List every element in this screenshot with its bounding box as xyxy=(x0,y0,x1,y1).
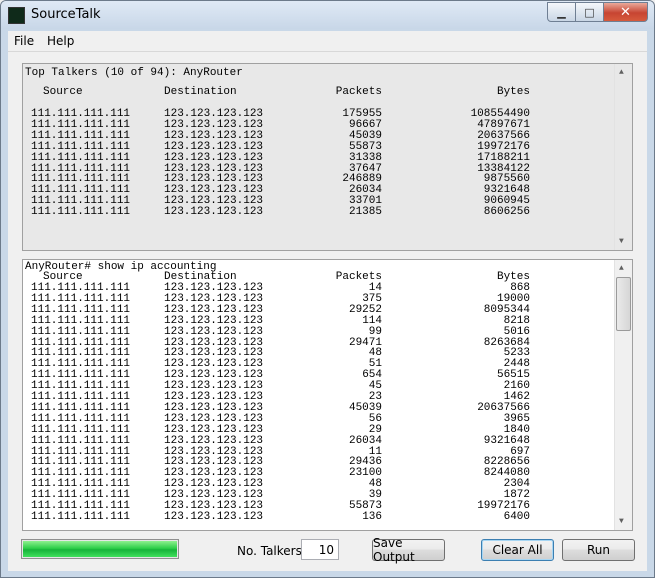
title-bar[interactable]: SourceTalk ▁ □ ✕ xyxy=(1,1,654,29)
scroll-down-icon[interactable]: ▼ xyxy=(619,517,624,526)
scroll-down-icon[interactable]: ▼ xyxy=(619,237,624,246)
scroll-up-icon[interactable]: ▲ xyxy=(619,68,624,77)
top-talkers-pane[interactable]: Top Talkers (10 of 94): AnyRouter Source… xyxy=(22,63,633,251)
menu-bar: File Help xyxy=(8,31,647,52)
top-talker-row: 111.111.111.111 123.123.123.123 21385 86062… xyxy=(23,207,615,218)
cell-destination: 123.123.123.123 xyxy=(164,510,264,523)
terminal-icon xyxy=(8,7,25,24)
progress-fill xyxy=(23,541,177,557)
accounting-row: 111.111.111.111 123.123.123.123 136 6400 xyxy=(23,510,615,523)
menu-file[interactable]: File xyxy=(14,34,34,48)
cell-source: 111.111.111.111 xyxy=(31,151,131,164)
minimize-button[interactable]: ▁ xyxy=(547,2,576,22)
cell-packets: 136 xyxy=(362,510,382,523)
cell-destination: 123.123.123.123 xyxy=(164,206,264,219)
menu-help[interactable]: Help xyxy=(47,34,74,48)
column-bytes: Bytes xyxy=(496,86,530,98)
maximize-button[interactable]: □ xyxy=(575,2,604,22)
window-controls: ▁ □ ✕ xyxy=(547,2,648,22)
bottom-pane-scrollbar[interactable]: ▲ ▼ xyxy=(614,260,632,530)
cell-packets: 31338 xyxy=(348,151,382,164)
cell-packets: 99 xyxy=(368,325,382,338)
accounting-output-pane[interactable]: AnyRouter# show ip accounting Source Des… xyxy=(22,259,633,531)
column-destination: Destination xyxy=(164,86,237,98)
cell-bytes: 6400 xyxy=(503,510,530,523)
client-area: File Help Top Talkers (10 of 94): AnyRou… xyxy=(8,31,647,571)
cell-bytes: 5016 xyxy=(503,325,530,338)
column-source: Source xyxy=(43,86,83,98)
scroll-up-icon[interactable]: ▲ xyxy=(619,264,624,273)
cell-destination: 123.123.123.123 xyxy=(164,151,264,164)
close-button[interactable]: ✕ xyxy=(603,2,648,22)
save-output-button[interactable]: Save Output xyxy=(372,536,445,564)
window-title: SourceTalk xyxy=(31,7,101,22)
accounting-output-content: AnyRouter# show ip accounting Source Des… xyxy=(23,260,615,530)
scrollbar-thumb[interactable] xyxy=(616,277,631,331)
top-talker-row: 111.111.111.111 123.123.123.123 31338 17188… xyxy=(23,151,615,164)
cell-source: 111.111.111.111 xyxy=(31,325,131,338)
progress-bar xyxy=(21,539,179,559)
cell-source: 111.111.111.111 xyxy=(31,206,131,219)
cell-bytes: 8606256 xyxy=(483,206,530,219)
cell-packets: 21385 xyxy=(348,206,382,219)
cell-packets: 26034 xyxy=(348,434,382,447)
cell-destination: 123.123.123.123 xyxy=(164,434,264,447)
cell-bytes: 17188211 xyxy=(477,151,530,164)
cell-bytes: 9321648 xyxy=(483,434,530,447)
accounting-row: 111.111.111.111 123.123.123.123 26034 93216… xyxy=(23,434,615,447)
cell-source: 111.111.111.111 xyxy=(31,510,131,523)
top-talkers-header: Source Destination Packets Bytes xyxy=(23,87,615,98)
top-pane-scrollbar[interactable]: ▲ ▼ xyxy=(614,64,632,250)
app-window: SourceTalk ▁ □ ✕ File Help Top Talkers (… xyxy=(0,0,655,578)
clear-all-button[interactable]: Clear All xyxy=(481,539,554,561)
top-talkers-summary: Top Talkers (10 of 94): AnyRouter xyxy=(25,67,243,79)
run-button[interactable]: Run xyxy=(562,539,635,561)
cell-destination: 123.123.123.123 xyxy=(164,325,264,338)
cell-source: 111.111.111.111 xyxy=(31,434,131,447)
column-packets: Packets xyxy=(335,86,382,98)
no-talkers-label: No. Talkers xyxy=(237,544,302,558)
accounting-row: 111.111.111.111 123.123.123.123 99 5016 xyxy=(23,325,615,338)
top-talkers-content: Top Talkers (10 of 94): AnyRouter Source… xyxy=(23,64,615,250)
no-talkers-input[interactable] xyxy=(301,539,339,560)
